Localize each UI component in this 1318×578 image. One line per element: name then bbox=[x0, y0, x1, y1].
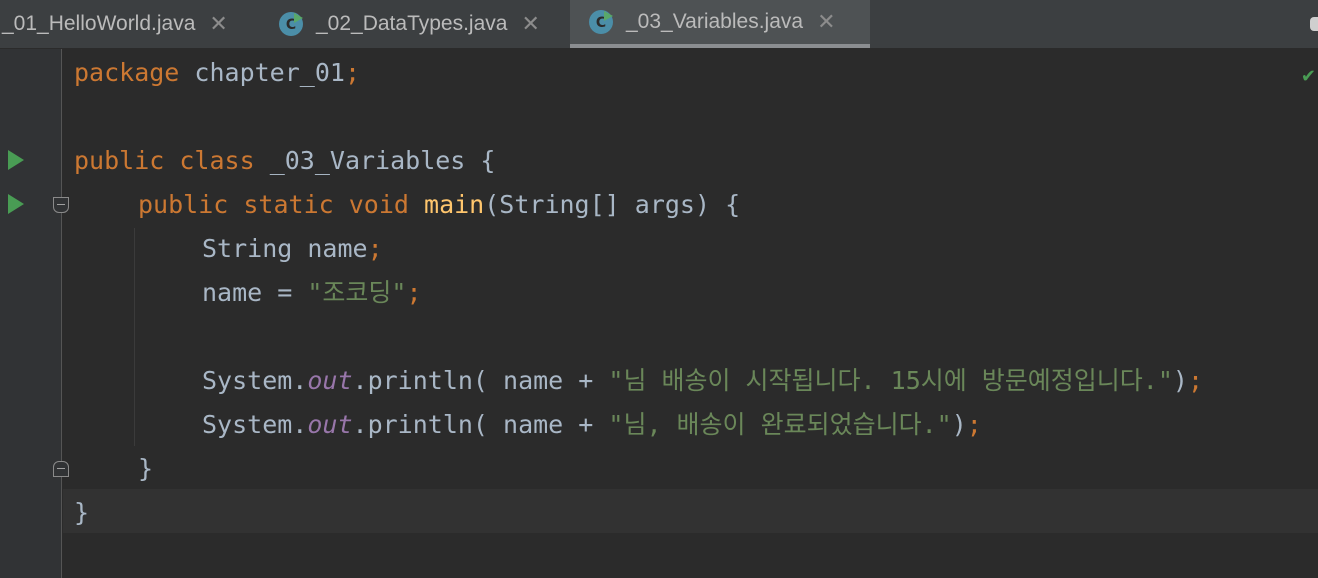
editor-gutter bbox=[0, 49, 62, 578]
method-signature: (String[] args) { bbox=[484, 190, 741, 219]
code-line-6: name = "조코딩"; bbox=[202, 271, 422, 315]
run-class-icon[interactable] bbox=[8, 150, 24, 170]
package-name: chapter_01 bbox=[179, 58, 345, 87]
tab-variables[interactable]: C _03_Variables.java ✕ bbox=[570, 0, 870, 48]
semicolon: ; bbox=[344, 58, 360, 87]
semicolon: ; bbox=[367, 234, 383, 263]
declaration: String name bbox=[202, 234, 368, 263]
close-paren: ) bbox=[1172, 366, 1188, 395]
code-line-11: } bbox=[74, 491, 89, 535]
object: System. bbox=[202, 366, 308, 395]
keyword: package bbox=[74, 58, 180, 87]
field: out bbox=[307, 366, 353, 395]
code-line-8: System.out.println( name + "님 배송이 시작됩니다.… bbox=[202, 359, 1203, 403]
indent-guide bbox=[134, 228, 135, 446]
tab-label: _03_Variables.java bbox=[626, 10, 804, 33]
tab-data-types[interactable]: C _02_DataTypes.java ✕ bbox=[268, 0, 570, 48]
java-class-icon: C bbox=[279, 12, 303, 36]
keyword: public bbox=[74, 146, 165, 175]
code-line-4: public static void main(String[] args) { bbox=[138, 183, 740, 227]
string-literal: "조코딩" bbox=[307, 278, 407, 307]
keyword: static bbox=[243, 190, 334, 219]
code-line-1: package chapter_01; bbox=[74, 51, 360, 95]
code-line-10: } bbox=[138, 447, 153, 491]
java-class-icon: C bbox=[589, 10, 613, 34]
code-line-3: public class _03_Variables { bbox=[74, 139, 495, 183]
gutter-separator bbox=[61, 49, 62, 578]
code-line-9: System.out.println( name + "님, 배송이 완료되었습… bbox=[202, 403, 982, 447]
method-call: .println( name + bbox=[352, 410, 609, 439]
checkmark-icon: ✔ bbox=[1300, 66, 1316, 87]
close-icon[interactable]: ✕ bbox=[521, 12, 539, 37]
current-line-highlight bbox=[63, 489, 1318, 533]
string-literal: "님, 배송이 완료되었습니다." bbox=[608, 410, 952, 439]
semicolon: ; bbox=[406, 278, 422, 307]
fold-collapse-icon[interactable] bbox=[53, 197, 69, 213]
close-icon[interactable]: ✕ bbox=[209, 12, 227, 37]
field: out bbox=[307, 410, 353, 439]
close-paren: ) bbox=[951, 410, 967, 439]
close-icon[interactable]: ✕ bbox=[817, 10, 835, 35]
method-name: main bbox=[424, 190, 485, 219]
editor-tab-bar: _01_HelloWorld.java ✕ C _02_DataTypes.ja… bbox=[0, 0, 1318, 49]
keyword: void bbox=[348, 190, 409, 219]
closing-brace: } bbox=[74, 498, 90, 527]
tab-overflow-icon[interactable] bbox=[1310, 17, 1318, 31]
fold-end-icon[interactable] bbox=[53, 461, 69, 477]
assignment: name = bbox=[202, 278, 308, 307]
tab-hello-world[interactable]: _01_HelloWorld.java ✕ bbox=[0, 0, 268, 48]
semicolon: ; bbox=[966, 410, 982, 439]
class-declaration: _03_Variables { bbox=[254, 146, 496, 175]
string-literal: "님 배송이 시작됩니다. 15시에 방문예정입니다." bbox=[608, 366, 1173, 395]
tab-label: _02_DataTypes.java bbox=[316, 12, 508, 35]
semicolon: ; bbox=[1187, 366, 1204, 395]
code-line-5: String name; bbox=[202, 227, 383, 271]
object: System. bbox=[202, 410, 308, 439]
keyword: public bbox=[138, 190, 229, 219]
tab-label: _01_HelloWorld.java bbox=[2, 12, 196, 35]
closing-brace: } bbox=[138, 454, 154, 483]
keyword: class bbox=[179, 146, 255, 175]
method-call: .println( name + bbox=[352, 366, 609, 395]
run-main-icon[interactable] bbox=[8, 194, 24, 214]
